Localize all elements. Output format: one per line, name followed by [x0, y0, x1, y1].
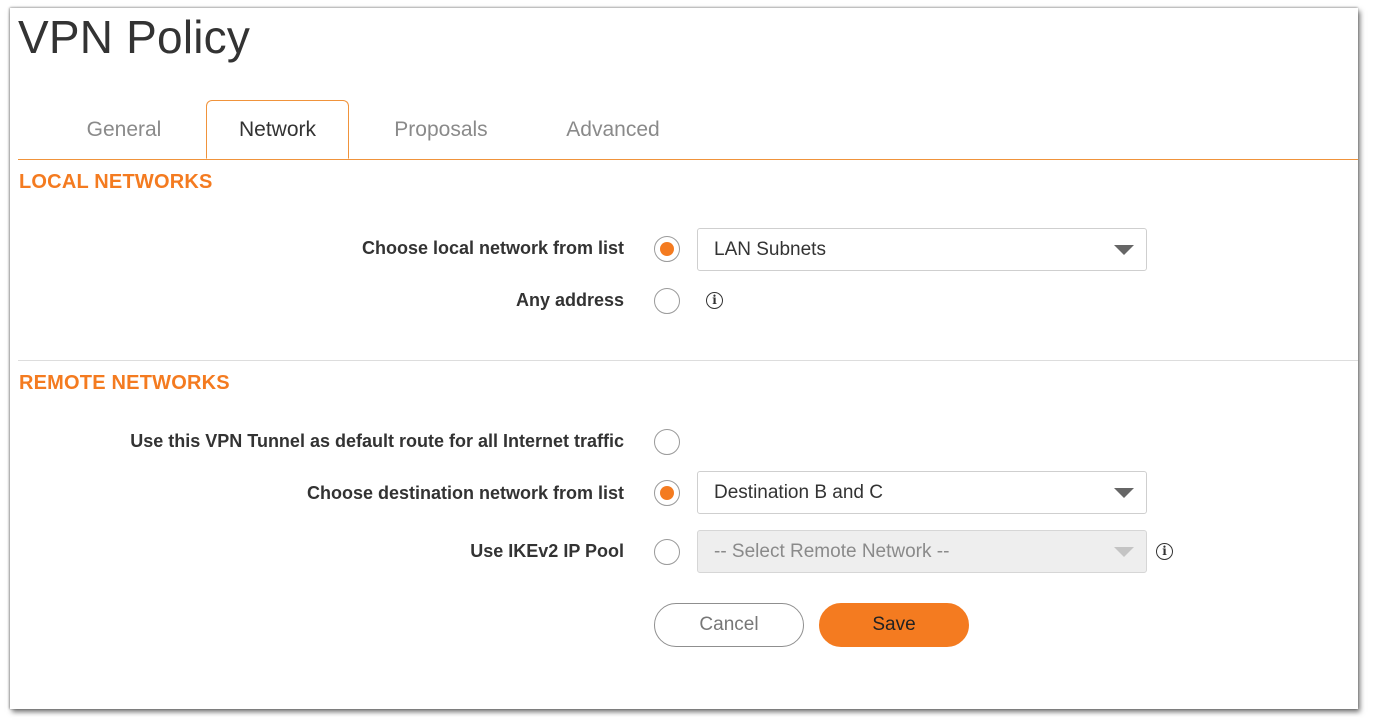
tab-proposals[interactable]: Proposals: [376, 100, 506, 159]
choose-destination-network-label: Choose destination network from list: [306, 483, 624, 503]
tab-advanced[interactable]: Advanced: [548, 100, 678, 159]
vpn-policy-dialog: VPN Policy General Network Proposals Adv…: [10, 8, 1358, 709]
dialog-title: VPN Policy: [18, 11, 251, 63]
remote-networks-heading: REMOTE NETWORKS: [19, 372, 230, 394]
choose-local-network-radio[interactable]: [654, 236, 680, 262]
local-network-select-value: LAN Subnets: [714, 239, 826, 260]
choose-destination-network-radio[interactable]: [654, 480, 680, 506]
tab-general[interactable]: General: [64, 100, 184, 159]
destination-network-select-value: Destination B and C: [714, 482, 883, 503]
local-network-select[interactable]: LAN Subnets: [697, 228, 1147, 271]
remote-network-select-placeholder: -- Select Remote Network --: [714, 541, 950, 562]
local-networks-heading: LOCAL NETWORKS: [19, 171, 213, 193]
save-button[interactable]: Save: [819, 603, 969, 647]
any-address-label: Any address: [515, 290, 624, 310]
remote-network-select: -- Select Remote Network --: [697, 530, 1147, 573]
cancel-button[interactable]: Cancel: [654, 603, 804, 647]
default-route-radio[interactable]: [654, 429, 680, 455]
tab-network[interactable]: Network: [206, 100, 349, 159]
choose-local-network-label: Choose local network from list: [361, 238, 624, 258]
ikev2-ip-pool-radio[interactable]: [654, 539, 680, 565]
ikev2-ip-pool-label: Use IKEv2 IP Pool: [470, 541, 624, 561]
chevron-down-icon: [1114, 245, 1134, 255]
any-address-radio[interactable]: [654, 288, 680, 314]
tab-bar: General Network Proposals Advanced: [18, 100, 1358, 160]
section-divider: [18, 360, 1358, 361]
chevron-down-icon: [1114, 488, 1134, 498]
default-route-label: Use this VPN Tunnel as default route for…: [130, 431, 624, 451]
destination-network-select[interactable]: Destination B and C: [697, 471, 1147, 514]
info-icon[interactable]: i: [1156, 543, 1173, 560]
info-icon[interactable]: i: [706, 292, 723, 309]
chevron-down-icon: [1114, 547, 1134, 557]
